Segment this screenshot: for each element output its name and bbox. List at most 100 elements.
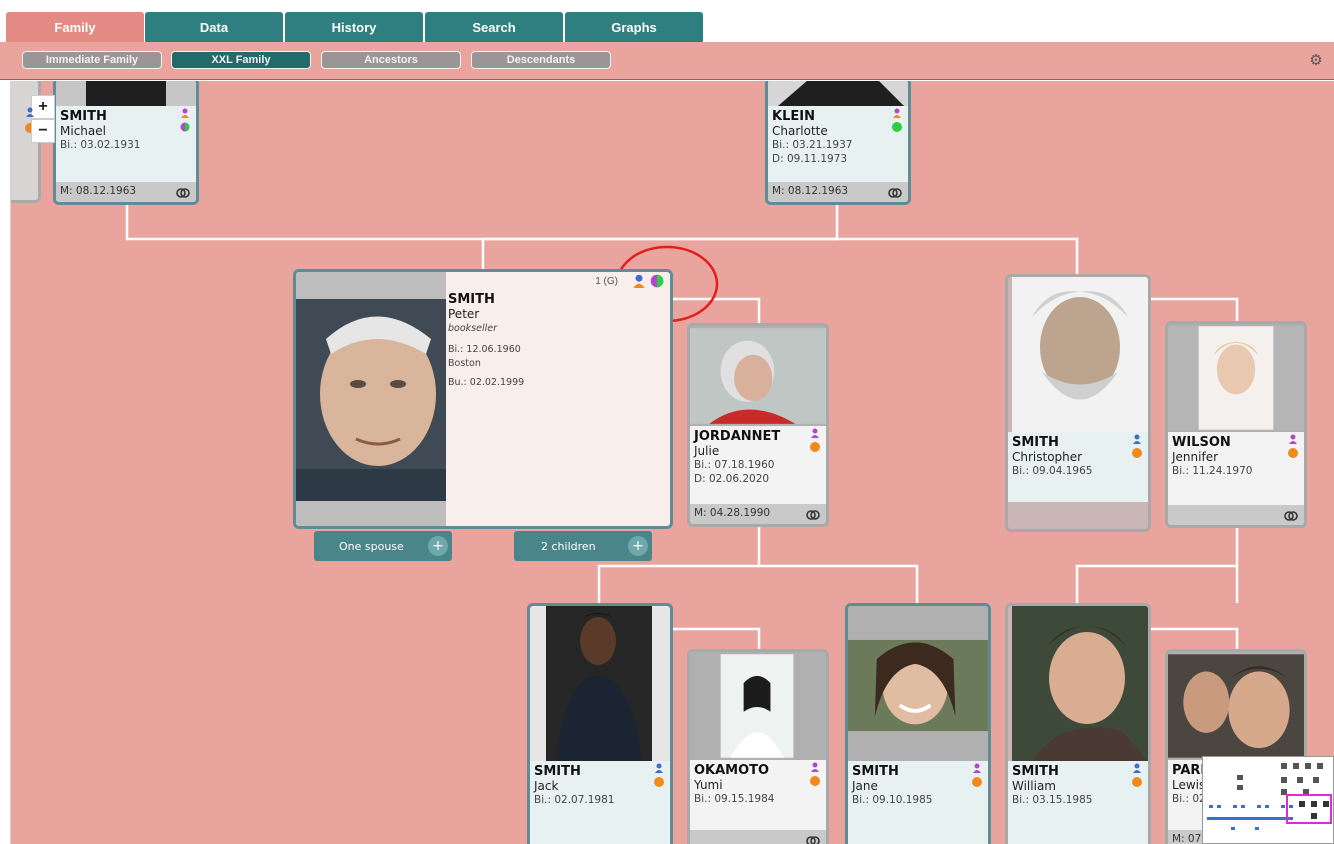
card-michael-smith[interactable]: SMITH Michael Bi.: 03.02.1931 M: 08.12.1…	[53, 81, 199, 205]
card-william-smith[interactable]: SMITH William Bi.: 03.15.1985	[1005, 603, 1151, 844]
birth-date: Bi.: 09.15.1984	[694, 793, 775, 805]
given-name: Jennifer	[1172, 450, 1219, 464]
portrait-photo	[768, 81, 908, 106]
burial-date: Bu.: 02.02.1999	[448, 377, 525, 388]
rings-icon[interactable]	[806, 508, 820, 522]
occupation: bookseller	[448, 323, 497, 334]
portrait-photo	[546, 606, 652, 761]
rings-icon[interactable]	[1284, 509, 1298, 523]
add-child-icon[interactable]: +	[628, 536, 648, 556]
orange-dot-icon	[1132, 777, 1142, 787]
card-info: SMITH Michael Bi.: 03.02.1931	[56, 106, 196, 184]
app-root: Family Data History Search Graphs Immedi…	[0, 0, 1334, 844]
orange-dot-icon	[1288, 448, 1298, 458]
card-julie-jordannet[interactable]: JORDANNET Julie Bi.: 07.18.1960 D: 02.06…	[687, 323, 829, 527]
person-male-icon	[26, 107, 34, 117]
rings-icon[interactable]	[806, 834, 820, 844]
photo-top-band	[296, 272, 446, 299]
family-tree-canvas[interactable]: SMITH Michael Bi.: 03.02.1931 M: 08.12.1…	[10, 81, 1334, 844]
tree-minimap[interactable]	[1202, 756, 1334, 844]
card-peter-smith[interactable]: 1 (G) SMITH Peter bookseller Bi.: 12.06.…	[293, 269, 673, 529]
surname: WILSON	[1172, 435, 1231, 450]
card-charlotte-klein[interactable]: KLEIN Charlotte Bi.: 03.21.1937 D: 09.11…	[765, 81, 911, 205]
death-date: D: 02.06.2020	[694, 473, 770, 485]
given-name: Michael	[60, 124, 106, 138]
portrait-photo	[1012, 277, 1148, 432]
multi-color-dot-icon	[650, 274, 664, 288]
card-info: SMITH Jane Bi.: 09.10.1985	[848, 761, 988, 844]
tab-search[interactable]: Search	[425, 12, 563, 42]
tab-data[interactable]: Data	[145, 12, 283, 42]
portrait-photo	[690, 326, 826, 426]
death-date: D: 09.11.1973	[772, 153, 848, 165]
zoom-out-button[interactable]: −	[31, 119, 55, 143]
person-male-icon	[633, 274, 645, 288]
birth-date: Bi.: 07.18.1960	[694, 459, 775, 471]
spouse-button[interactable]: One spouse +	[314, 531, 452, 561]
tab-history[interactable]: History	[285, 12, 423, 42]
subtab-xxl-family[interactable]: XXL Family	[171, 51, 311, 69]
given-name: Jack	[534, 779, 559, 793]
given-name: Yumi	[694, 778, 723, 792]
birth-date: Bi.: 03.02.1931	[60, 139, 141, 151]
photo-bottom-band	[296, 501, 446, 526]
card-jack-smith[interactable]: SMITH Jack Bi.: 02.07.1981	[527, 603, 673, 844]
left-margin	[0, 81, 10, 844]
surname: SMITH	[1012, 435, 1059, 450]
surname: SMITH	[60, 109, 107, 124]
portrait-photo	[296, 299, 446, 501]
minimap-graphic	[1207, 763, 1332, 830]
photo-image	[768, 81, 908, 106]
photo-top-band	[848, 606, 988, 638]
portrait-photo	[1168, 652, 1304, 760]
card-jennifer-wilson[interactable]: WILSON Jennifer Bi.: 11.24.1970	[1165, 321, 1307, 528]
orange-dot-icon	[810, 776, 820, 786]
children-button[interactable]: 2 children +	[514, 531, 652, 561]
marriage-date: M: 08.12.1963	[56, 182, 196, 202]
add-spouse-icon[interactable]: +	[428, 536, 448, 556]
card-info: SMITH Christopher Bi.: 09.04.1965	[1008, 432, 1148, 502]
given-name: Julie	[694, 444, 720, 458]
person-female-icon	[181, 108, 189, 118]
birth-date: Bi.: 11.24.1970	[1172, 465, 1253, 477]
subtab-descendants[interactable]: Descendants	[471, 51, 611, 69]
card-jane-smith[interactable]: SMITH Jane Bi.: 09.10.1985	[845, 603, 991, 844]
person-female-icon	[1289, 434, 1297, 444]
person-male-icon	[655, 763, 663, 773]
person-female-icon	[811, 762, 819, 772]
card-christopher-smith[interactable]: SMITH Christopher Bi.: 09.04.1965	[1005, 274, 1151, 532]
card-yumi-okamoto[interactable]: OKAMOTO Yumi Bi.: 09.15.1984	[687, 649, 829, 844]
gear-icon[interactable]: ⚙	[1308, 53, 1324, 69]
rings-icon[interactable]	[176, 186, 190, 200]
photo-image	[56, 81, 196, 106]
card-footer	[1168, 505, 1304, 525]
tab-family[interactable]: Family	[6, 12, 144, 42]
person-female-icon	[973, 763, 981, 773]
person-female-icon	[811, 428, 819, 438]
birth-date: Bi.: 09.04.1965	[1012, 465, 1093, 477]
children-label: 2 children	[541, 539, 596, 553]
generation-label: 1 (G)	[595, 276, 618, 287]
birth-place: Boston	[448, 358, 481, 369]
spouse-label: One spouse	[339, 539, 404, 553]
birth-date: Bi.: 09.10.1985	[852, 794, 933, 806]
given-name: Charlotte	[772, 124, 828, 138]
person-male-icon	[1133, 434, 1141, 444]
birth-date: Bi.: 02.07.1981	[534, 794, 615, 806]
rings-icon[interactable]	[888, 186, 902, 200]
card-footer	[690, 830, 826, 844]
card-info: SMITH Peter bookseller Bi.: 12.06.1960 B…	[448, 292, 668, 388]
subtab-ancestors[interactable]: Ancestors	[321, 51, 461, 69]
card-info: KLEIN Charlotte Bi.: 03.21.1937 D: 09.11…	[768, 106, 908, 184]
green-dot-icon	[892, 122, 902, 132]
view-mode-bar: Immediate Family XXL Family Ancestors De…	[0, 42, 1334, 80]
portrait-photo	[1168, 324, 1304, 432]
given-name: Christopher	[1012, 450, 1083, 464]
subtab-immediate-family[interactable]: Immediate Family	[22, 51, 162, 69]
tab-graphs[interactable]: Graphs	[565, 12, 703, 42]
card-info: WILSON Jennifer Bi.: 11.24.1970	[1168, 432, 1304, 507]
orange-dot-icon	[1132, 448, 1142, 458]
surname: SMITH	[1012, 764, 1059, 779]
orange-dot-icon	[810, 442, 820, 452]
marriage-text: M: 08.12.1963	[60, 185, 137, 197]
